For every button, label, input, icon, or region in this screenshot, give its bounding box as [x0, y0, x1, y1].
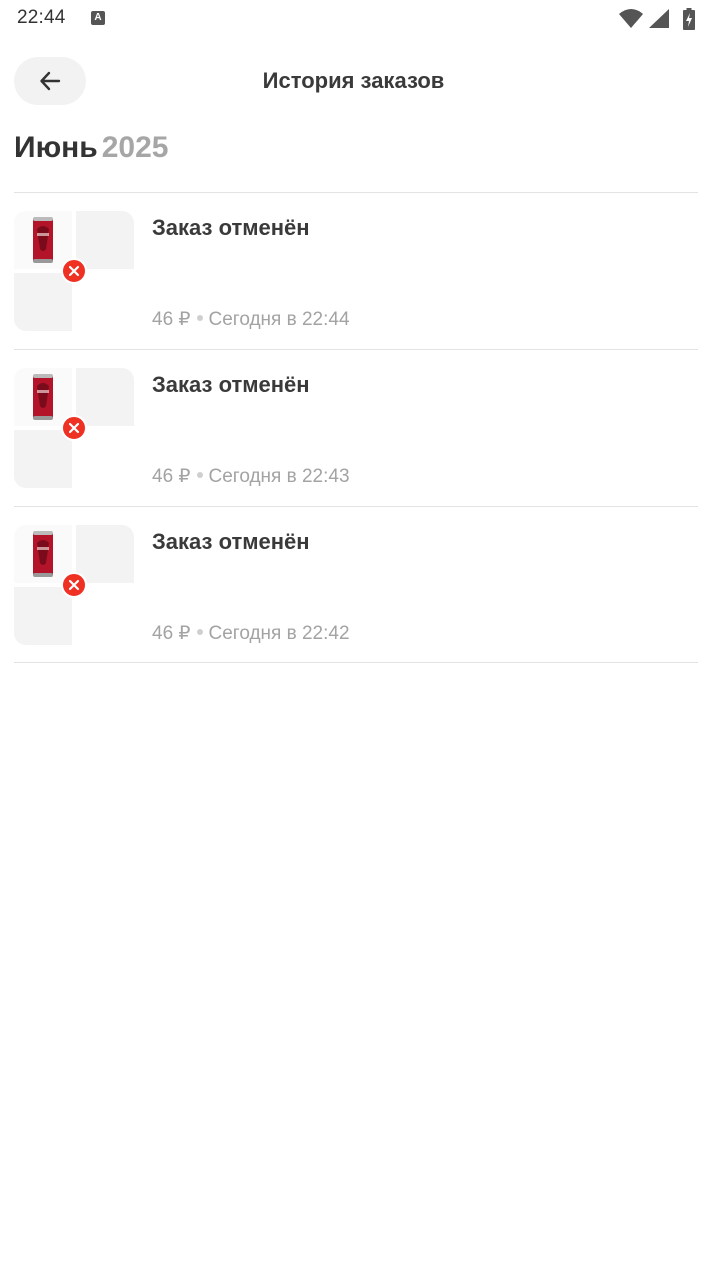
order-price: 46 ₽	[152, 623, 191, 644]
cancel-icon	[61, 415, 87, 441]
order-thumbnail	[14, 525, 134, 645]
header: История заказов	[0, 56, 707, 106]
empty-tile	[14, 430, 72, 488]
separator-dot	[196, 315, 203, 322]
product-tile	[14, 211, 72, 269]
cancel-icon	[61, 572, 87, 598]
status-bar: 22:44 A	[0, 0, 707, 38]
battery-charging-icon	[683, 8, 695, 30]
empty-tile	[76, 368, 134, 426]
order-price: 46 ₽	[152, 309, 191, 330]
order-meta: 46 ₽ Сегодня в 22:42	[152, 622, 350, 645]
month-label: Июнь	[14, 131, 98, 164]
order-item[interactable]: Заказ отменён 46 ₽ Сегодня в 22:43	[14, 349, 698, 506]
soda-can-image	[33, 374, 53, 420]
empty-tile	[14, 273, 72, 331]
separator-dot	[196, 472, 203, 479]
order-meta: 46 ₽ Сегодня в 22:43	[152, 465, 350, 488]
separator-dot	[196, 629, 203, 636]
signal-icon	[649, 9, 669, 28]
empty-tile	[76, 211, 134, 269]
order-status: Заказ отменён	[152, 215, 310, 240]
order-thumbnail	[14, 368, 134, 488]
order-item[interactable]: Заказ отменён 46 ₽ Сегодня в 22:42	[14, 506, 698, 663]
cancel-icon	[61, 258, 87, 284]
product-tile	[14, 368, 72, 426]
month-heading: Июнь 2025	[14, 129, 169, 167]
empty-tile	[14, 587, 72, 645]
order-status: Заказ отменён	[152, 529, 310, 554]
status-time: 22:44	[17, 7, 66, 28]
year-label: 2025	[101, 131, 169, 164]
empty-tile	[76, 525, 134, 583]
soda-can-image	[33, 217, 53, 263]
page-title: История заказов	[262, 68, 445, 93]
order-time: Сегодня в 22:43	[208, 466, 350, 487]
a-letter-icon: A	[91, 11, 105, 25]
wifi-icon	[619, 9, 643, 28]
order-time: Сегодня в 22:42	[208, 623, 350, 644]
order-price: 46 ₽	[152, 466, 191, 487]
order-item[interactable]: Заказ отменён 46 ₽ Сегодня в 22:44	[14, 192, 698, 349]
order-status: Заказ отменён	[152, 372, 310, 397]
orders-list: Заказ отменён 46 ₽Сегодня в 22:44 Заказ	[14, 192, 698, 663]
soda-can-image	[33, 531, 53, 577]
product-tile	[14, 525, 72, 583]
order-thumbnail	[14, 211, 134, 331]
order-time: Сегодня в 22:44	[208, 309, 350, 330]
order-meta: 46 ₽ Сегодня в 22:44	[152, 308, 350, 331]
